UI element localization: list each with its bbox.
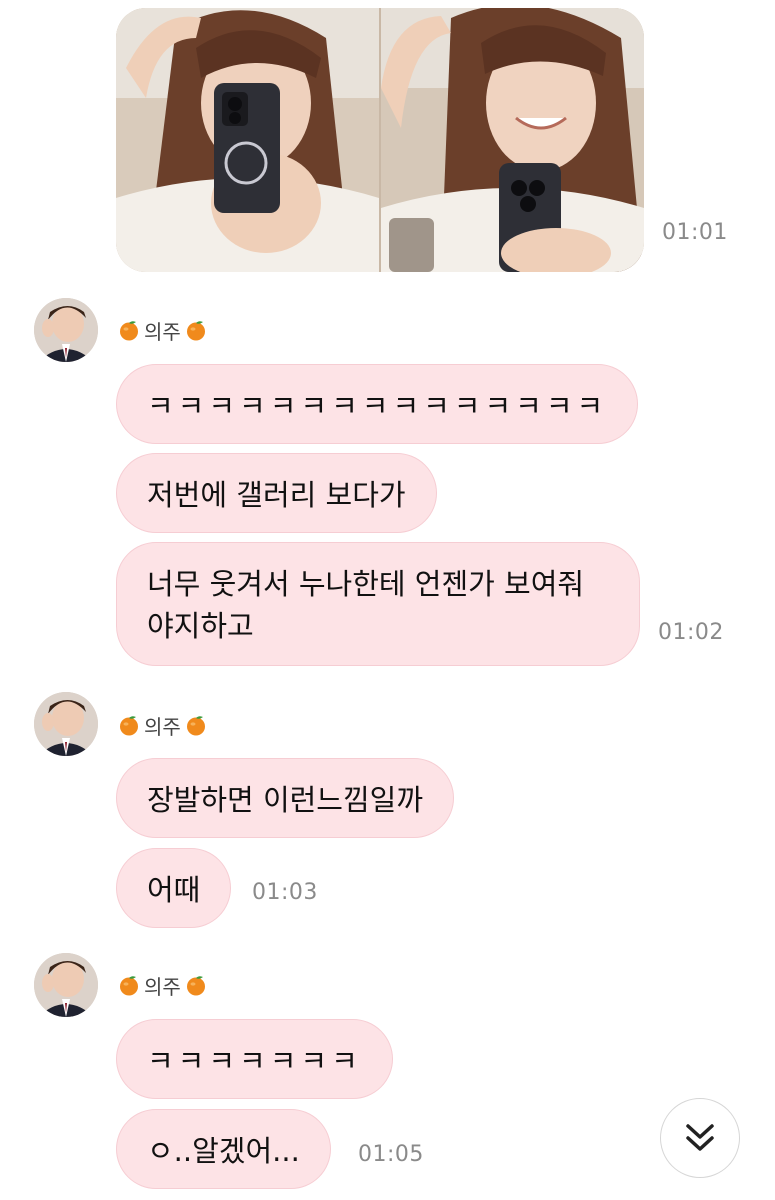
sender-label: 의주 (118, 315, 207, 345)
message-bubble[interactable]: 장발하면 이런느낌일까 (116, 758, 455, 838)
chat-window: 01:01 의주 ㅋㅋㅋㅋㅋㅋㅋㅋㅋㅋㅋㅋㅋㅋㅋ 저번에 갤러리 보다가 너무 … (0, 0, 775, 1200)
timestamp: 01:02 (658, 620, 724, 645)
tangerine-icon (186, 321, 205, 341)
timestamp: 01:03 (252, 880, 318, 905)
sender-name: 의주 (144, 714, 181, 739)
tangerine-icon (120, 976, 138, 996)
message-bubble[interactable]: ㅋㅋㅋㅋㅋㅋㅋㅋㅋㅋㅋㅋㅋㅋㅋ (116, 364, 639, 444)
timestamp: 01:05 (358, 1142, 424, 1167)
photo-right[interactable] (381, 8, 644, 272)
avatar[interactable] (34, 692, 98, 756)
message-bubble[interactable]: 너무 웃겨서 누나한테 언젠가 보여줘 야지하고 (116, 542, 640, 666)
message-bubble[interactable]: 어때 (116, 848, 232, 928)
sender-name: 의주 (144, 319, 181, 344)
photo-message[interactable] (116, 8, 644, 272)
sender-name: 의주 (144, 974, 181, 999)
avatar[interactable] (34, 298, 98, 362)
photo-left[interactable] (116, 8, 379, 272)
double-chevron-down-icon (686, 1124, 714, 1151)
timestamp: 01:01 (662, 220, 728, 245)
sender-label: 의주 (118, 970, 207, 1000)
tangerine-icon (186, 976, 205, 996)
message-bubble[interactable]: 저번에 갤러리 보다가 (116, 453, 437, 533)
tangerine-icon (186, 716, 205, 736)
avatar[interactable] (34, 953, 98, 1017)
sender-label: 의주 (118, 710, 207, 740)
message-bubble[interactable]: ㅇ..알겠어... (116, 1109, 331, 1189)
tangerine-icon (120, 321, 138, 341)
scroll-to-bottom-button[interactable] (660, 1098, 740, 1178)
tangerine-icon (120, 716, 138, 736)
message-bubble[interactable]: ㅋㅋㅋㅋㅋㅋㅋ (116, 1019, 393, 1099)
